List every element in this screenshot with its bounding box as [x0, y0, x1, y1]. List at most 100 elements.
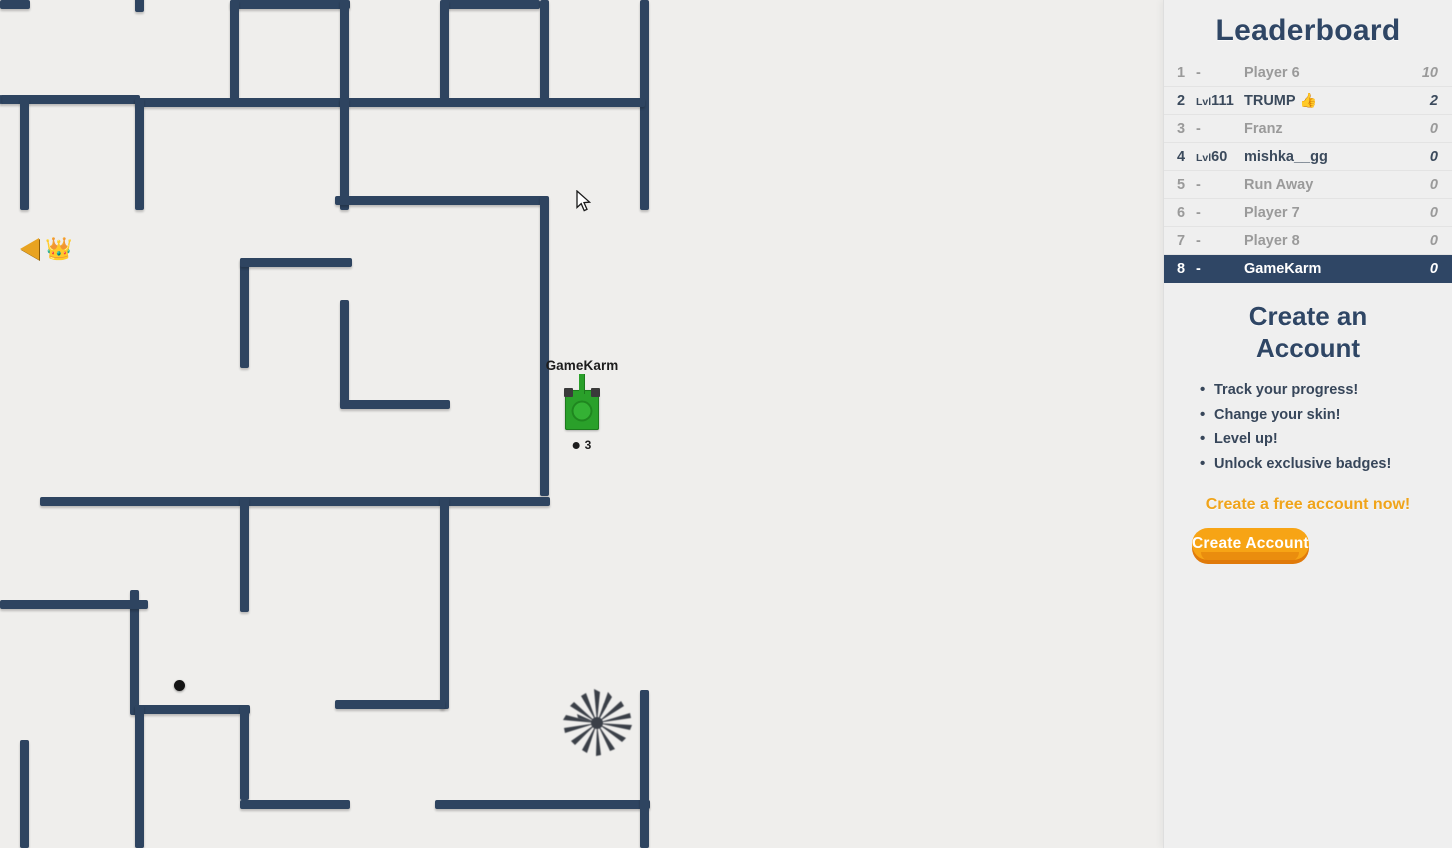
game-canvas[interactable]: 👑 GameKarm 3	[0, 0, 1164, 848]
maze-wall	[340, 400, 450, 409]
maze-wall	[230, 0, 239, 102]
level-value: 111	[1211, 92, 1234, 109]
player-name-text: Player 7	[1244, 204, 1300, 221]
leaderboard-row: 7- Player 8 0	[1164, 227, 1452, 255]
maze-wall	[240, 705, 249, 800]
maze-wall	[135, 98, 345, 107]
maze-wall	[640, 690, 649, 848]
leaderboard-row: 5- Run Away 0	[1164, 171, 1452, 199]
promo-title-line-2: Account	[1256, 332, 1360, 363]
leaderboard-rank: 7	[1177, 232, 1186, 249]
promo-benefit-item: Level up!	[1200, 426, 1436, 452]
leaderboard-score: 0	[1429, 260, 1438, 277]
leaderboard-rank: 6	[1177, 204, 1186, 221]
player-name-text: mishka__gg	[1244, 148, 1328, 165]
level-value: -	[1196, 232, 1201, 249]
thumbs-up-icon: 👍	[1295, 92, 1317, 108]
tank-barrel	[579, 374, 585, 394]
ammo-counter: 3	[572, 438, 592, 452]
side-panel: Leaderboard 1- Player 6 10 2 Lvl111 TRUMP 👍 2 3…	[1164, 0, 1452, 848]
leaderboard-player-name: TRUMP 👍	[1244, 92, 1430, 109]
maze-wall	[335, 196, 547, 205]
tank-turret	[571, 400, 593, 422]
maze-wall	[135, 705, 250, 714]
leaderboard-title: Leaderboard	[1215, 14, 1401, 47]
promo-benefit-item: Unlock exclusive badges!	[1200, 451, 1436, 477]
level-value: -	[1196, 204, 1201, 221]
maze-wall	[0, 0, 30, 9]
leaderboard-row: 1- Player 6 10	[1164, 59, 1452, 87]
leaderboard-player-name: Run Away	[1244, 177, 1430, 193]
leaderboard-row: 2 Lvl111 TRUMP 👍 2	[1164, 87, 1452, 115]
maze-wall	[340, 98, 645, 107]
leaderboard-player-name: Player 8	[1244, 233, 1430, 249]
maze-wall	[340, 98, 349, 210]
player-name-text: GameKarm	[1244, 260, 1322, 277]
leaderboard-player-name: Player 6	[1244, 65, 1422, 81]
maze-wall	[0, 600, 148, 609]
maze-wall	[0, 95, 1, 104]
leaderboard-row: 8- GameKarm 0	[1164, 255, 1452, 283]
maze-wall	[335, 700, 445, 709]
maze-wall	[135, 0, 144, 12]
leaderboard-row: 3- Franz 0	[1164, 115, 1452, 143]
leaderboard-rank: 5	[1177, 176, 1186, 193]
level-value: 60	[1211, 148, 1228, 165]
leaderboard-rank: 8	[1177, 260, 1186, 277]
leaderboard-player-name: Player 7	[1244, 205, 1430, 221]
leaderboard-score: 2	[1429, 92, 1438, 109]
promo-benefit-list: Track your progress!Change your skin!Lev…	[1200, 377, 1436, 477]
leaderboard-score: 10	[1421, 64, 1438, 81]
offscreen-player-indicator: 👑	[20, 238, 72, 260]
create-account-button-label: Create Account	[1192, 534, 1309, 552]
player-name-text: TRUMP	[1244, 93, 1296, 109]
tank-tread-left	[564, 388, 573, 397]
maze-wall	[20, 98, 29, 210]
maze-wall	[230, 0, 350, 9]
player-name-text: Player 8	[1244, 232, 1300, 249]
ammo-dot-icon	[572, 441, 580, 449]
leaderboard-score: 0	[1429, 148, 1438, 165]
leaderboard-level: -	[1196, 65, 1244, 81]
maze-wall	[135, 705, 144, 848]
player-tank[interactable]: GameKarm 3	[546, 358, 619, 452]
maze-wall	[340, 300, 349, 405]
promo-benefit-item: Track your progress!	[1200, 377, 1436, 403]
leaderboard-score: 0	[1429, 120, 1438, 137]
level-value: -	[1196, 176, 1201, 193]
promo-title-line-1: Create an	[1248, 301, 1368, 331]
promo-cta-text: Create a free account now!	[1205, 495, 1411, 513]
leaderboard-rank: 3	[1177, 120, 1186, 137]
promo-title: Create an Account	[1180, 301, 1436, 364]
maze-wall	[240, 800, 350, 809]
leaderboard-level: -	[1196, 205, 1244, 221]
maze-wall	[40, 497, 550, 506]
maze-wall	[240, 258, 352, 267]
maze-wall	[540, 196, 549, 496]
create-account-button[interactable]: Create Account	[1192, 527, 1309, 561]
leaderboard-rank: 2	[1177, 92, 1186, 109]
level-prefix-label: Lvl	[1196, 95, 1212, 108]
maze-wall	[20, 740, 29, 848]
leaderboard-level: -	[1196, 233, 1244, 249]
game-page: 👑 GameKarm 3 Leaderboard 1 - Player 6 10…	[0, 0, 1452, 848]
maze-wall	[540, 0, 549, 100]
maze-wall	[445, 0, 540, 9]
player-name-text: Player 6	[1244, 64, 1300, 81]
promo-benefit-item: Change your skin!	[1200, 402, 1436, 428]
create-account-promo: Create an Account Track your progress!Ch…	[1164, 283, 1452, 561]
leaderboard-player-name: Franz	[1244, 121, 1430, 137]
crown-icon: 👑	[45, 236, 73, 261]
player-name-text: Run Away	[1244, 176, 1314, 193]
projectile	[174, 680, 185, 691]
leaderboard-score: 0	[1429, 176, 1438, 193]
leaderboard-level: Lvl60	[1196, 149, 1244, 165]
leaderboard-level: -	[1196, 121, 1244, 137]
level-value: -	[1196, 64, 1201, 81]
leaderboard-table: 1- Player 6 10 2 Lvl111 TRUMP 👍 2 3- Franz 0 4 Lvl6…	[1164, 59, 1452, 283]
tank-tread-right	[591, 388, 600, 397]
player-name-label: GameKarm	[545, 358, 619, 373]
leaderboard-rank: 1	[1177, 64, 1186, 81]
ammo-count-value: 3	[584, 438, 592, 452]
leaderboard-level: -	[1196, 177, 1244, 193]
